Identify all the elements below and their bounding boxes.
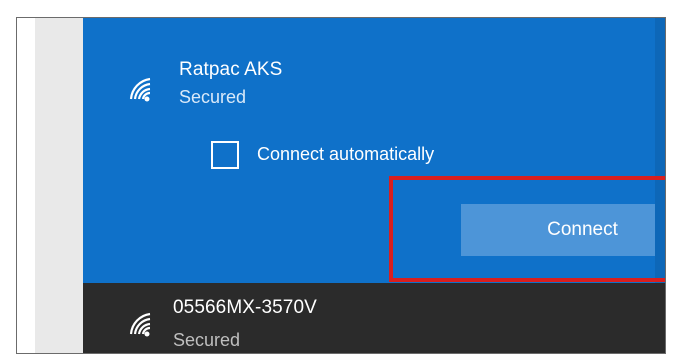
connect-button[interactable]: Connect: [461, 204, 665, 256]
network-status: Secured: [179, 87, 247, 107]
wifi-network-flyout: Ratpac AKS Secured Connect automatically…: [35, 18, 665, 353]
network-item-ratpac-aks[interactable]: Ratpac AKS Secured Connect automatically…: [83, 18, 665, 283]
scrollbar[interactable]: [655, 18, 665, 283]
wifi-secured-icon: [129, 312, 151, 337]
network-name: Ratpac AKS: [179, 59, 283, 80]
network-item-05566mx-3570v[interactable]: 05566MX-3570V Secured: [83, 283, 665, 353]
network-status: Secured: [173, 330, 241, 350]
screenshot-frame: Ratpac AKS Secured Connect automatically…: [16, 17, 666, 354]
network-name: 05566MX-3570V: [173, 297, 317, 318]
connect-automatically-label: Connect automatically: [257, 144, 435, 164]
wifi-secured-icon: [129, 77, 151, 102]
connect-automatically-checkbox[interactable]: [211, 141, 239, 169]
